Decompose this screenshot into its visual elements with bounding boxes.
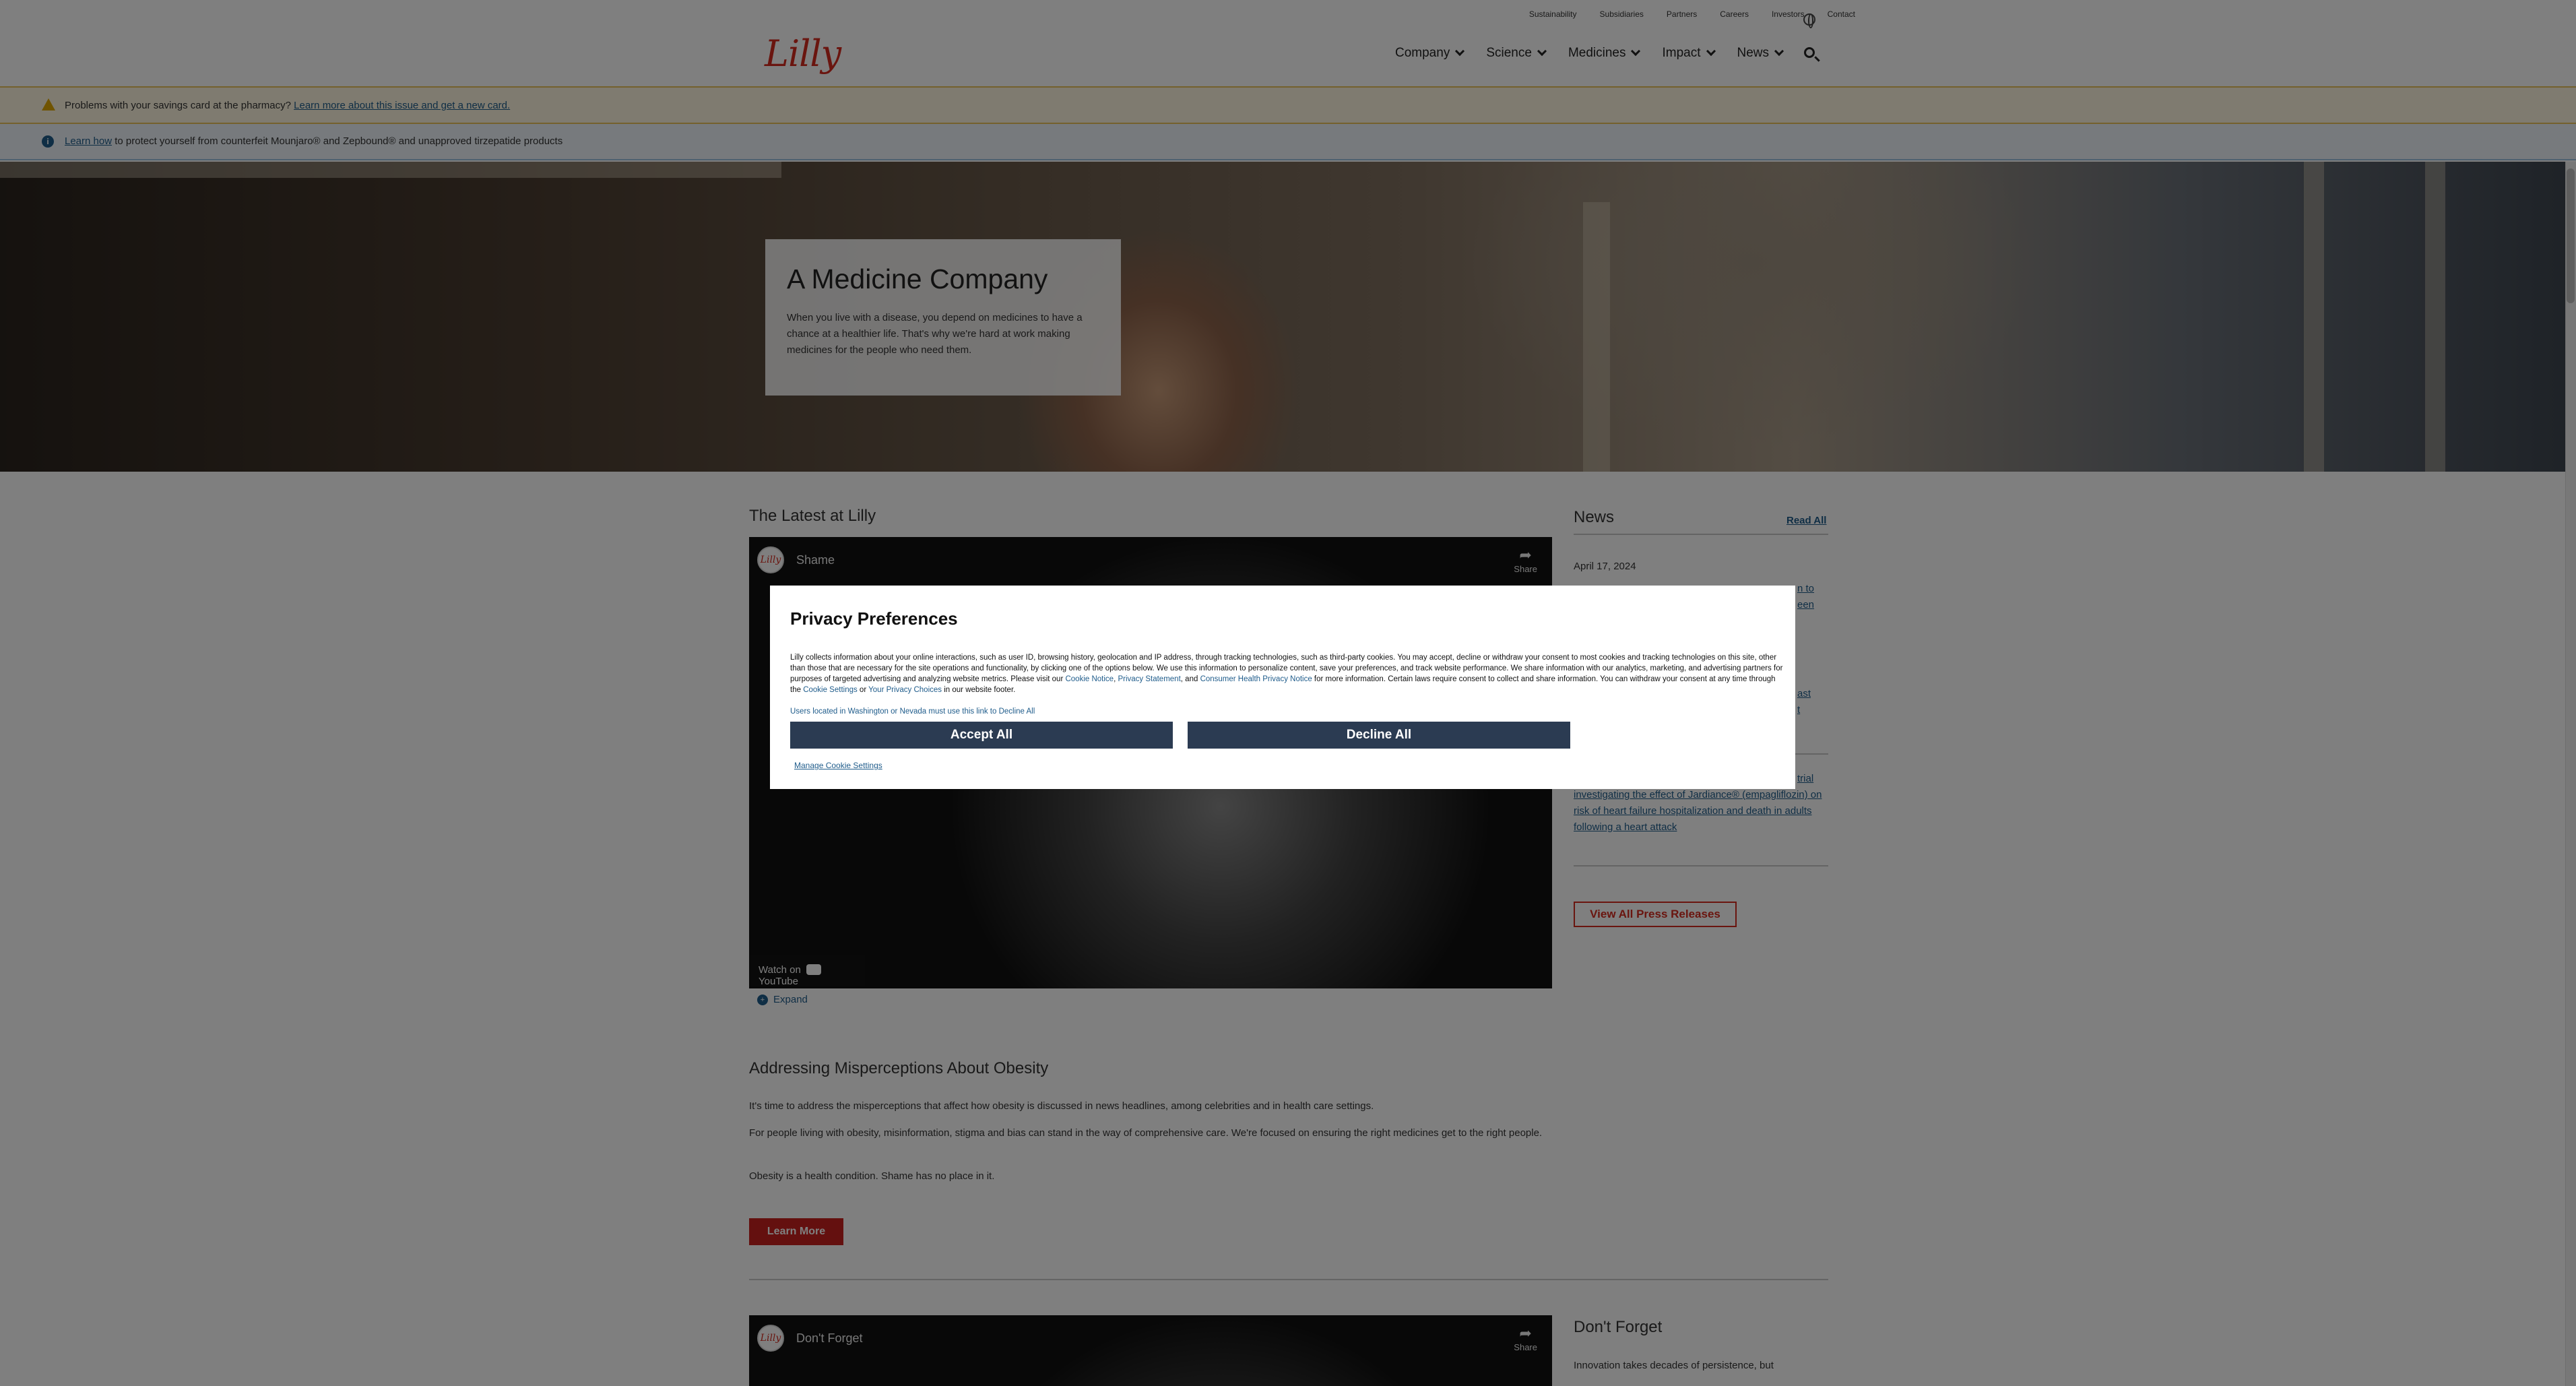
privacy-title: Privacy Preferences [790, 608, 958, 629]
decline-all-button[interactable]: Decline All [1188, 722, 1570, 749]
privacy-preferences-dialog: Privacy Preferences Lilly collects infor… [770, 586, 1795, 789]
privacy-text: in our website footer. [942, 686, 1016, 694]
manage-cookie-settings-link[interactable]: Manage Cookie Settings [794, 761, 882, 770]
privacy-choices-link[interactable]: Your Privacy Choices [868, 686, 942, 694]
cookie-notice-link[interactable]: Cookie Notice [1065, 675, 1114, 683]
privacy-description: Lilly collects information about your on… [790, 654, 1783, 694]
consumer-health-privacy-link[interactable]: Consumer Health Privacy Notice [1200, 675, 1312, 683]
wa-nv-decline-link[interactable]: Users located in Washington or Nevada mu… [790, 707, 1775, 716]
cookie-settings-link[interactable]: Cookie Settings [803, 686, 858, 694]
accept-all-button[interactable]: Accept All [790, 722, 1173, 749]
privacy-statement-link[interactable]: Privacy Statement [1118, 675, 1180, 683]
